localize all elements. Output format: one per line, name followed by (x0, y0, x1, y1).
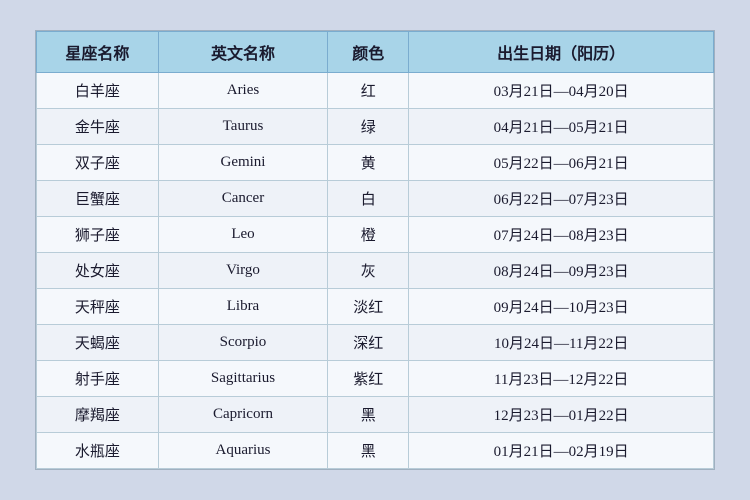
cell-color: 灰 (328, 253, 409, 289)
cell-date: 04月21日—05月21日 (409, 109, 714, 145)
cell-color: 橙 (328, 217, 409, 253)
cell-english: Virgo (158, 253, 327, 289)
header-english: 英文名称 (158, 32, 327, 73)
header-chinese: 星座名称 (37, 32, 159, 73)
header-date: 出生日期（阳历） (409, 32, 714, 73)
cell-chinese: 巨蟹座 (37, 181, 159, 217)
cell-chinese: 天蝎座 (37, 325, 159, 361)
cell-date: 09月24日—10月23日 (409, 289, 714, 325)
cell-date: 07月24日—08月23日 (409, 217, 714, 253)
cell-english: Aquarius (158, 433, 327, 469)
table-row: 处女座Virgo灰08月24日—09月23日 (37, 253, 714, 289)
cell-color: 深红 (328, 325, 409, 361)
zodiac-table: 星座名称 英文名称 颜色 出生日期（阳历） 白羊座Aries红03月21日—04… (36, 31, 714, 469)
cell-english: Gemini (158, 145, 327, 181)
cell-date: 08月24日—09月23日 (409, 253, 714, 289)
cell-english: Leo (158, 217, 327, 253)
cell-date: 06月22日—07月23日 (409, 181, 714, 217)
table-row: 射手座Sagittarius紫红11月23日—12月22日 (37, 361, 714, 397)
cell-chinese: 水瓶座 (37, 433, 159, 469)
cell-color: 黑 (328, 397, 409, 433)
cell-chinese: 天秤座 (37, 289, 159, 325)
cell-english: Aries (158, 73, 327, 109)
cell-color: 黄 (328, 145, 409, 181)
cell-date: 12月23日—01月22日 (409, 397, 714, 433)
cell-color: 绿 (328, 109, 409, 145)
cell-date: 05月22日—06月21日 (409, 145, 714, 181)
table-row: 摩羯座Capricorn黑12月23日—01月22日 (37, 397, 714, 433)
cell-chinese: 双子座 (37, 145, 159, 181)
table-row: 水瓶座Aquarius黑01月21日—02月19日 (37, 433, 714, 469)
cell-date: 11月23日—12月22日 (409, 361, 714, 397)
cell-chinese: 射手座 (37, 361, 159, 397)
cell-color: 紫红 (328, 361, 409, 397)
cell-english: Cancer (158, 181, 327, 217)
cell-chinese: 狮子座 (37, 217, 159, 253)
cell-english: Scorpio (158, 325, 327, 361)
cell-chinese: 金牛座 (37, 109, 159, 145)
table-header-row: 星座名称 英文名称 颜色 出生日期（阳历） (37, 32, 714, 73)
cell-color: 淡红 (328, 289, 409, 325)
cell-chinese: 白羊座 (37, 73, 159, 109)
cell-english: Libra (158, 289, 327, 325)
cell-english: Taurus (158, 109, 327, 145)
table-row: 天秤座Libra淡红09月24日—10月23日 (37, 289, 714, 325)
table-row: 白羊座Aries红03月21日—04月20日 (37, 73, 714, 109)
cell-date: 03月21日—04月20日 (409, 73, 714, 109)
cell-chinese: 处女座 (37, 253, 159, 289)
cell-date: 01月21日—02月19日 (409, 433, 714, 469)
cell-color: 黑 (328, 433, 409, 469)
cell-english: Sagittarius (158, 361, 327, 397)
table-row: 金牛座Taurus绿04月21日—05月21日 (37, 109, 714, 145)
table-body: 白羊座Aries红03月21日—04月20日金牛座Taurus绿04月21日—0… (37, 73, 714, 469)
cell-chinese: 摩羯座 (37, 397, 159, 433)
cell-date: 10月24日—11月22日 (409, 325, 714, 361)
table-row: 巨蟹座Cancer白06月22日—07月23日 (37, 181, 714, 217)
zodiac-table-container: 星座名称 英文名称 颜色 出生日期（阳历） 白羊座Aries红03月21日—04… (35, 30, 715, 470)
table-row: 天蝎座Scorpio深红10月24日—11月22日 (37, 325, 714, 361)
cell-color: 红 (328, 73, 409, 109)
cell-english: Capricorn (158, 397, 327, 433)
table-row: 狮子座Leo橙07月24日—08月23日 (37, 217, 714, 253)
table-row: 双子座Gemini黄05月22日—06月21日 (37, 145, 714, 181)
cell-color: 白 (328, 181, 409, 217)
header-color: 颜色 (328, 32, 409, 73)
